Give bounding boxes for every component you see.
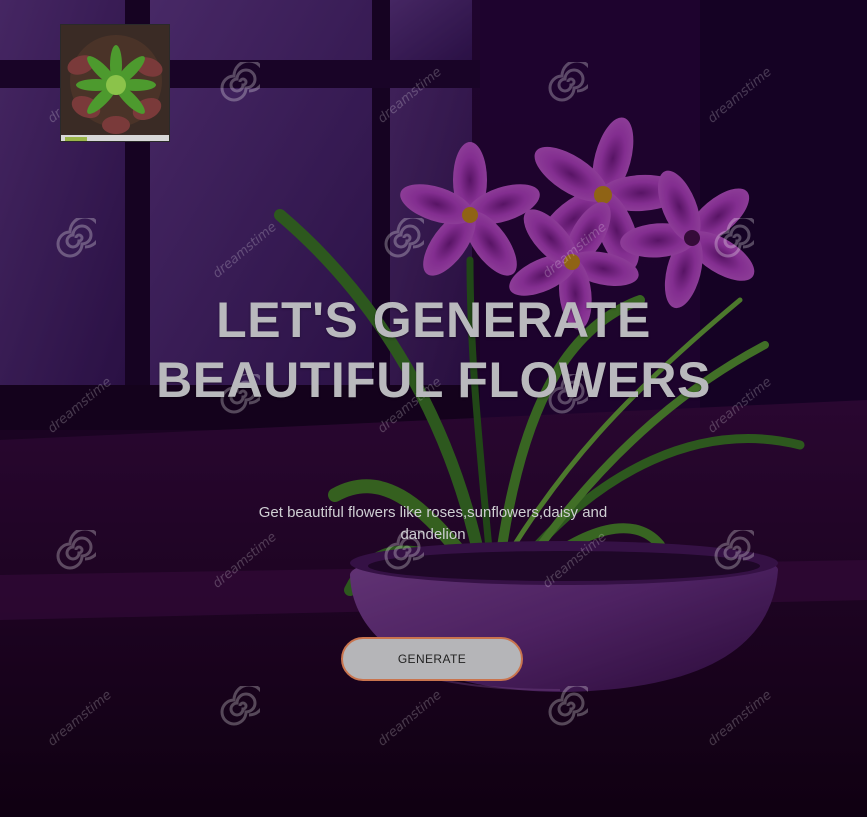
hero-section: LET'S GENERATE BEAUTIFUL FLOWERS Get bea… bbox=[0, 290, 867, 543]
flower-logo-icon[interactable] bbox=[60, 24, 170, 142]
hero-subtitle: Get beautiful flowers like roses,sunflow… bbox=[258, 504, 608, 543]
hero-headline: LET'S GENERATE BEAUTIFUL FLOWERS bbox=[156, 292, 711, 408]
generate-button[interactable]: GENERATE bbox=[341, 637, 523, 681]
